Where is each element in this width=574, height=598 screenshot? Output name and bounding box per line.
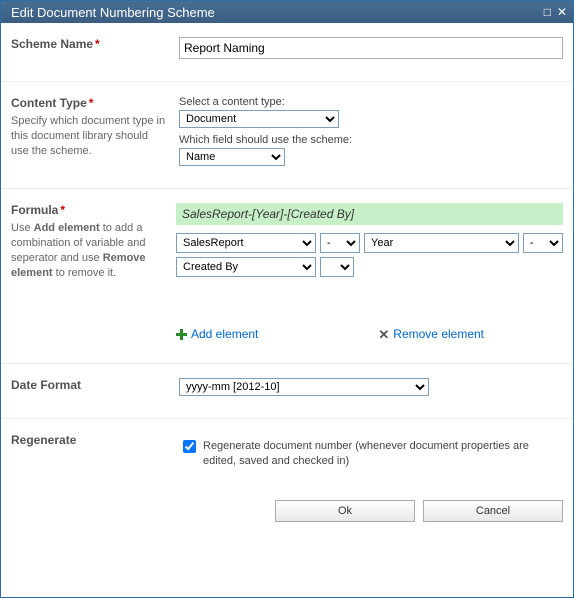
dialog-title: Edit Document Numbering Scheme: [11, 5, 544, 20]
section-regenerate: Regenerate Regenerate document number (w…: [1, 419, 573, 492]
formula-heading: Formula*: [11, 203, 164, 217]
scheme-name-heading-text: Scheme Name: [11, 37, 93, 51]
date-format-select[interactable]: yyyy-mm [2012-10]: [179, 378, 429, 396]
button-row: Ok Cancel: [1, 492, 573, 534]
regenerate-checkbox[interactable]: [183, 440, 196, 453]
regenerate-label: Regenerate document number (whenever doc…: [203, 439, 563, 470]
titlebar: Edit Document Numbering Scheme □ ✕: [1, 1, 573, 23]
ok-button[interactable]: Ok: [275, 500, 415, 522]
content-type-heading: Content Type*: [11, 96, 167, 110]
formula-preview: SalesReport-[Year]-[Created By]: [176, 203, 563, 225]
formula-sep1-select[interactable]: -: [320, 233, 360, 253]
section-formula: Formula* Use Add element to add a combin…: [1, 189, 573, 364]
formula-el1-select[interactable]: SalesReport: [176, 233, 316, 253]
formula-row-2: Created By: [176, 257, 563, 277]
required-marker: *: [89, 96, 94, 110]
required-marker: *: [95, 37, 100, 51]
formula-sep2-select[interactable]: -: [523, 233, 563, 253]
formula-actions: Add element ✕ Remove element: [176, 327, 563, 341]
date-format-heading: Date Format: [11, 378, 167, 392]
formula-el2-select[interactable]: Year: [364, 233, 519, 253]
scheme-name-input[interactable]: [179, 37, 563, 59]
content-type-desc: Specify which document type in this docu…: [11, 114, 167, 159]
formula-desc: Use Add element to add a combination of …: [11, 221, 164, 280]
section-date-format: Date Format yyyy-mm [2012-10]: [1, 364, 573, 419]
close-icon[interactable]: ✕: [557, 6, 567, 18]
content-type-field-select[interactable]: Name: [179, 148, 285, 166]
formula-row-1: SalesReport - Year -: [176, 233, 563, 253]
formula-heading-text: Formula: [11, 203, 58, 217]
section-scheme-name: Scheme Name*: [1, 23, 573, 82]
dialog: Edit Document Numbering Scheme □ ✕ Schem…: [0, 0, 574, 598]
required-marker: *: [60, 203, 65, 217]
cancel-button[interactable]: Cancel: [423, 500, 563, 522]
content-type-select-label: Select a content type:: [179, 96, 563, 108]
section-content-type: Content Type* Specify which document typ…: [1, 82, 573, 189]
add-element-label: Add element: [191, 327, 258, 341]
content-type-select[interactable]: Document: [179, 110, 339, 128]
content-type-field-label: Which field should use the scheme:: [179, 134, 563, 146]
formula-el3-select[interactable]: Created By: [176, 257, 316, 277]
formula-sep3-select[interactable]: [320, 257, 354, 277]
plus-icon: [176, 329, 187, 340]
remove-element-label: Remove element: [393, 327, 484, 341]
remove-element-link[interactable]: ✕ Remove element: [378, 327, 484, 341]
dialog-content: Scheme Name* Content Type* Specify which…: [1, 23, 573, 597]
scheme-name-heading: Scheme Name*: [11, 37, 167, 51]
add-element-link[interactable]: Add element: [176, 327, 258, 341]
regenerate-heading: Regenerate: [11, 433, 167, 447]
content-type-heading-text: Content Type: [11, 96, 87, 110]
x-icon: ✕: [378, 328, 389, 341]
maximize-icon[interactable]: □: [544, 6, 551, 18]
